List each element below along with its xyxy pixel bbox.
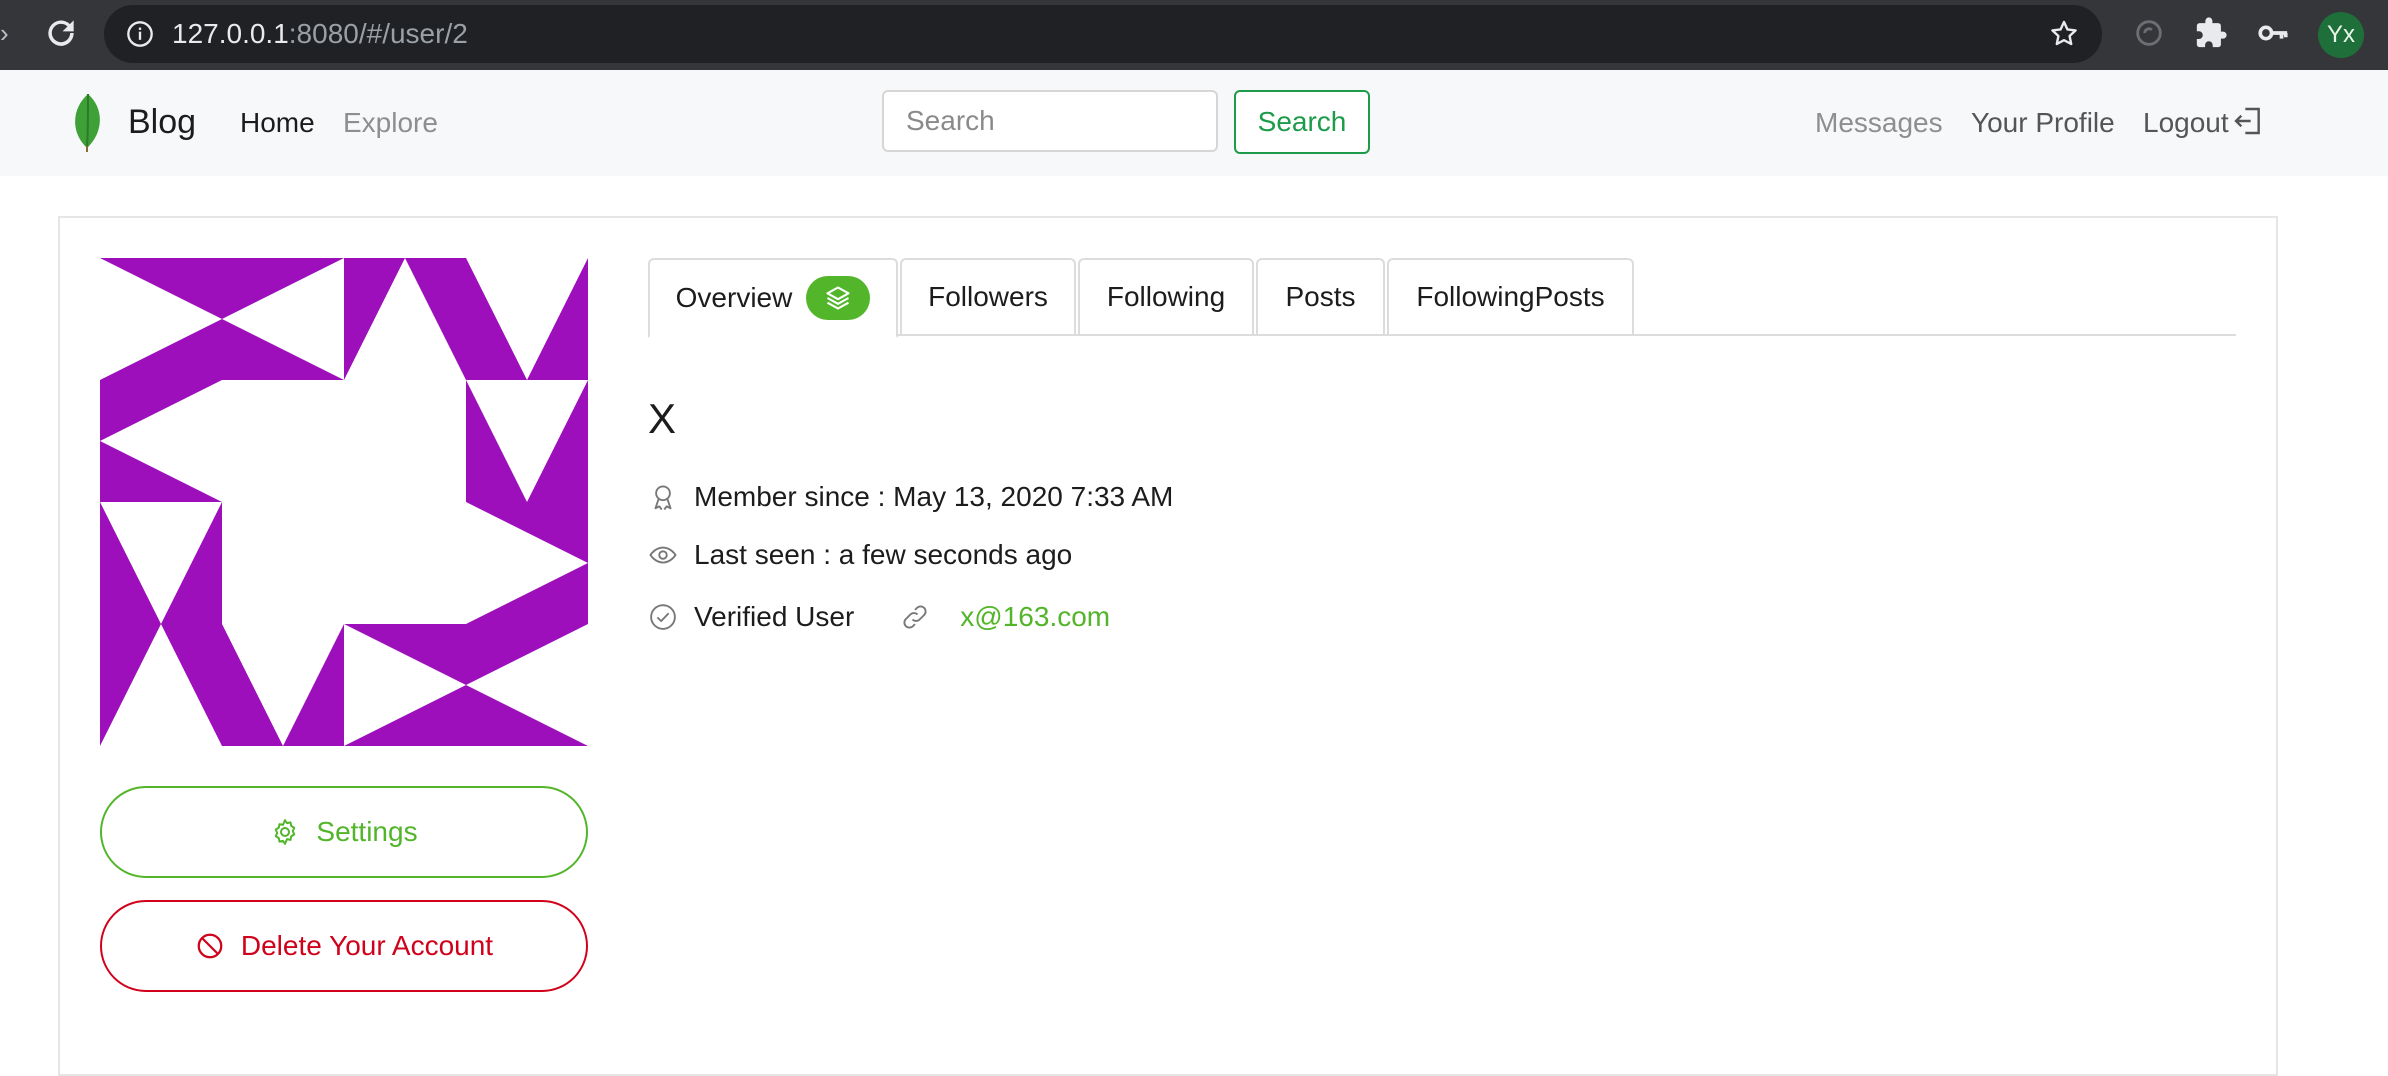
- eye-icon: [649, 546, 677, 564]
- tab-followers-label: Followers: [928, 281, 1048, 312]
- settings-button-label: Settings: [316, 816, 418, 847]
- browser-profile-avatar[interactable]: Yx: [2318, 12, 2364, 58]
- bookmark-star-icon[interactable]: [2048, 18, 2080, 50]
- sync-disabled-icon[interactable]: [2132, 16, 2166, 50]
- reload-icon[interactable]: [42, 12, 80, 54]
- browser-toolbar: › 127.0.0.1:8080/#/user/2 Yx: [0, 0, 2388, 70]
- nav-your-profile-link[interactable]: Your Profile: [1971, 106, 2115, 140]
- verified-row: Verified User x@163.com: [648, 597, 1110, 637]
- app-navbar: Blog Home Explore Search Messages Your P…: [0, 70, 2388, 176]
- tab-following-posts-label: FollowingPosts: [1416, 281, 1605, 312]
- back-arrow-icon[interactable]: ›: [0, 18, 14, 48]
- search-button[interactable]: Search: [1234, 90, 1370, 154]
- link-icon: [903, 605, 927, 629]
- tab-followers[interactable]: Followers: [900, 258, 1076, 336]
- settings-button[interactable]: Settings: [100, 786, 588, 878]
- check-circle-icon: [650, 604, 676, 630]
- url-text[interactable]: 127.0.0.1:8080/#/user/2: [172, 17, 468, 51]
- layers-icon: [826, 286, 850, 310]
- url-path: :8080/#/user/2: [288, 18, 468, 49]
- last-seen-row: Last seen : a few seconds ago: [648, 535, 1072, 575]
- member-since-row: Member since : May 13, 2020 7:33 AM: [648, 477, 1173, 517]
- delete-account-button[interactable]: Delete Your Account: [100, 900, 588, 992]
- nav-home-link[interactable]: Home: [240, 106, 315, 140]
- brand-name[interactable]: Blog: [128, 101, 196, 143]
- tab-overview-badge: [806, 276, 871, 320]
- address-bar[interactable]: 127.0.0.1:8080/#/user/2: [104, 5, 2102, 63]
- tab-following[interactable]: Following: [1078, 258, 1254, 336]
- user-email-link[interactable]: x@163.com: [960, 601, 1110, 633]
- key-icon[interactable]: [2256, 16, 2290, 50]
- prohibited-icon: [197, 933, 223, 959]
- logout-icon[interactable]: [2232, 104, 2264, 138]
- search-input[interactable]: [882, 90, 1218, 152]
- tab-overview[interactable]: Overview: [648, 258, 898, 338]
- nav-logout-link[interactable]: Logout: [2143, 106, 2229, 140]
- user-display-name: X: [648, 395, 677, 442]
- extensions-puzzle-icon[interactable]: [2194, 16, 2228, 50]
- nav-explore-link[interactable]: Explore: [343, 106, 438, 140]
- tab-posts-label: Posts: [1285, 281, 1356, 312]
- leaf-logo-icon[interactable]: [58, 90, 118, 154]
- site-info-icon[interactable]: [126, 20, 154, 48]
- url-host: 127.0.0.1: [172, 18, 289, 49]
- verified-user-text: Verified User: [694, 601, 855, 632]
- last-seen-text: Last seen : a few seconds ago: [694, 539, 1073, 570]
- tab-following-posts[interactable]: FollowingPosts: [1387, 258, 1634, 336]
- tab-posts[interactable]: Posts: [1256, 258, 1385, 336]
- award-ribbon-icon: [654, 485, 672, 511]
- tab-overview-label: Overview: [675, 282, 793, 313]
- gear-icon: [275, 819, 296, 845]
- member-since-text: Member since : May 13, 2020 7:33 AM: [694, 481, 1174, 512]
- tab-following-label: Following: [1106, 281, 1226, 312]
- user-avatar-identicon: [100, 258, 588, 746]
- delete-account-button-label: Delete Your Account: [240, 930, 494, 961]
- nav-messages-link[interactable]: Messages: [1815, 106, 1943, 140]
